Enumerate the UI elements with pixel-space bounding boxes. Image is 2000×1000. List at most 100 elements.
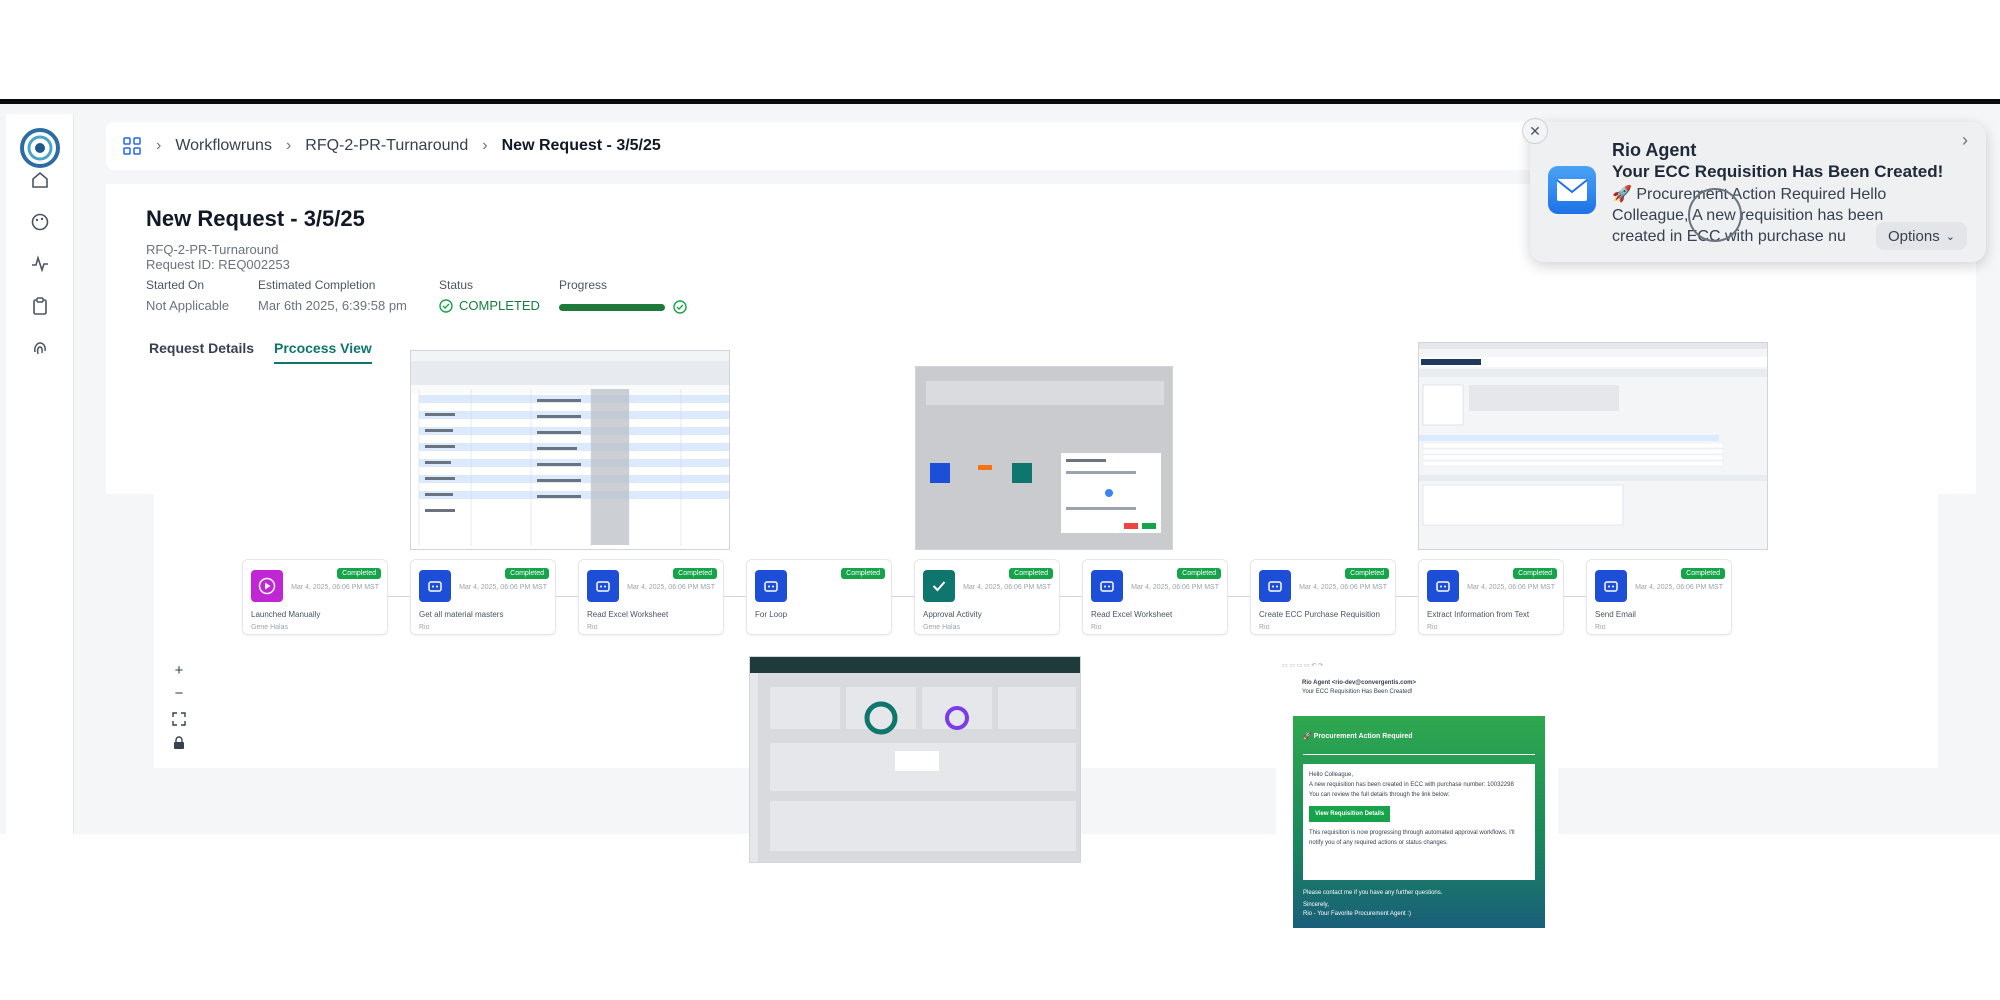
workflow-node[interactable]: Completed Mar 4, 2025, 06:06 PM MST Crea… xyxy=(1250,559,1396,635)
status-value: COMPLETED xyxy=(459,298,540,313)
check-icon xyxy=(923,570,955,602)
workflow-node[interactable]: Completed Mar 4, 2025, 06:06 PM MST Appr… xyxy=(914,559,1060,635)
workflow-name: RFQ-2-PR-Turnaround xyxy=(146,242,279,257)
approval-dialog-thumbnail xyxy=(915,366,1173,550)
chevron-right-icon[interactable]: › xyxy=(1962,130,1968,151)
mouse-cursor-highlight xyxy=(1688,188,1742,242)
view-requisition-button[interactable]: View Requisition Details xyxy=(1309,806,1391,822)
robot-icon xyxy=(1091,570,1123,602)
zoom-in-button[interactable]: + xyxy=(170,662,188,680)
notification-body: 🚀 Procurement Action Required Hello Coll… xyxy=(1612,186,1887,245)
completed-badge: Completed xyxy=(1009,568,1053,579)
zoom-out-button[interactable]: − xyxy=(170,685,188,703)
node-name: Read Excel Worksheet xyxy=(1091,610,1173,619)
node-user: Rio xyxy=(419,624,430,631)
node-name: Get all material masters xyxy=(419,610,504,619)
chevron-right-icon: › xyxy=(156,137,162,154)
workflow-node[interactable]: Completed Mar 4, 2025, 06:06 PM MST Read… xyxy=(1082,559,1228,635)
notification-options-button[interactable]: Options ⌄ xyxy=(1876,222,1967,250)
robot-icon xyxy=(1259,570,1291,602)
check-circle-icon xyxy=(439,298,453,313)
sidebar xyxy=(6,114,74,834)
completed-badge: Completed xyxy=(1177,568,1221,579)
dashboard-thumbnail xyxy=(749,656,1081,863)
robot-icon xyxy=(587,570,619,602)
chevron-down-icon: ⌄ xyxy=(1945,230,1955,243)
home-icon[interactable] xyxy=(30,170,50,190)
apps-grid-icon[interactable] xyxy=(122,136,142,156)
dashboard-image xyxy=(750,657,1080,862)
node-name: For Loop xyxy=(755,610,788,619)
email-content-box: Hello Colleague, A new requisition has b… xyxy=(1303,764,1535,880)
node-date: Mar 4, 2025, 06:06 PM MST xyxy=(1635,584,1723,591)
est-completion-label: Estimated Completion xyxy=(258,278,376,292)
clipboard-icon[interactable] xyxy=(30,296,50,316)
workflow-node[interactable]: Completed For Loop xyxy=(746,559,892,635)
completed-badge: Completed xyxy=(841,568,885,579)
progress-bar xyxy=(559,304,665,311)
excel-worksheet-thumbnail xyxy=(410,350,730,550)
robot-icon xyxy=(1427,570,1459,602)
node-name: Create ECC Purchase Requisition xyxy=(1259,610,1380,619)
node-name: Send Email xyxy=(1595,610,1636,619)
fingerprint-icon[interactable] xyxy=(30,338,50,358)
breadcrumb-item[interactable]: Workflowruns xyxy=(175,137,272,155)
node-name: Read Excel Worksheet xyxy=(587,610,669,619)
notification-toast[interactable]: Rio Agent Your ECC Requisition Has Been … xyxy=(1530,122,1986,262)
breadcrumb-current: New Request - 3/5/25 xyxy=(501,137,661,154)
email-heading: 🚀 Procurement Action Required xyxy=(1303,733,1413,740)
lock-icon[interactable] xyxy=(172,736,186,750)
workflow-node[interactable]: Completed Mar 4, 2025, 06:06 PM MST Read… xyxy=(578,559,724,635)
breadcrumb-item[interactable]: RFQ-2-PR-Turnaround xyxy=(305,137,468,155)
divider xyxy=(1303,754,1535,755)
completed-badge: Completed xyxy=(505,568,549,579)
email-signoff: Sincerely, xyxy=(1303,902,1329,908)
notification-close-button[interactable]: ✕ xyxy=(1522,118,1548,144)
approval-screen-image xyxy=(926,381,1164,533)
email-line-2: You can review the full details through … xyxy=(1309,792,1450,798)
started-on-label: Started On xyxy=(146,278,205,292)
request-id: Request ID: REQ002253 xyxy=(146,257,290,272)
est-completion-value: Mar 6th 2025, 6:39:58 pm xyxy=(258,298,407,313)
fit-view-icon[interactable] xyxy=(172,712,186,726)
robot-icon xyxy=(1595,570,1627,602)
node-user: Rio xyxy=(587,624,598,631)
workflow-node[interactable]: Completed Mar 4, 2025, 06:06 PM MST Send… xyxy=(1586,559,1732,635)
email-contact: Please contact me if you have any furthe… xyxy=(1303,890,1443,896)
check-circle-icon xyxy=(673,300,687,314)
tab-request-details[interactable]: Request Details xyxy=(149,340,254,356)
node-date: Mar 4, 2025, 06:06 PM MST xyxy=(627,584,715,591)
notification-title: Your ECC Requisition Has Been Created! xyxy=(1612,162,1944,181)
completed-badge: Completed xyxy=(1513,568,1557,579)
mail-app-icon xyxy=(1548,166,1596,214)
options-label: Options xyxy=(1888,227,1940,245)
workflow-node[interactable]: Completed Mar 4, 2025, 06:06 PM MST Get … xyxy=(410,559,556,635)
tab-process-view[interactable]: Prcocess View xyxy=(274,340,372,364)
sap-requisition-thumbnail xyxy=(1418,342,1768,550)
email-line-1: A new requisition has been created in EC… xyxy=(1309,782,1514,788)
email-subject: Your ECC Requisition Has Been Created! xyxy=(1302,689,1413,695)
play-icon xyxy=(251,570,283,602)
progress-label: Progress xyxy=(559,278,608,292)
node-user: Gene Halas xyxy=(251,624,288,631)
node-date: Mar 4, 2025, 06:06 PM MST xyxy=(1467,584,1555,591)
robot-icon xyxy=(755,570,787,602)
email-sender: Rio Agent <rio-dev@convergentis.com> xyxy=(1302,680,1416,686)
completed-badge: Completed xyxy=(673,568,717,579)
activity-icon[interactable] xyxy=(30,254,50,274)
palette-icon[interactable] xyxy=(30,212,50,232)
node-name: Extract Information from Text xyxy=(1427,610,1530,619)
completed-badge: Completed xyxy=(337,568,381,579)
notification-app-name: Rio Agent xyxy=(1612,140,1697,160)
workflow-node[interactable]: Completed Mar 4, 2025, 06:06 PM MST Laun… xyxy=(242,559,388,635)
email-signature: Rio - Your Favorite Procurement Agent :) xyxy=(1303,911,1412,917)
email-toolbar: ▭ ▭ ▭ ▭ ↶ ↷ xyxy=(1282,663,1324,669)
workflow-node[interactable]: Completed Mar 4, 2025, 06:06 PM MST Extr… xyxy=(1418,559,1564,635)
node-user: Rio xyxy=(1595,624,1606,631)
node-date: Mar 4, 2025, 06:06 PM MST xyxy=(963,584,1051,591)
app-logo-icon[interactable] xyxy=(20,128,60,168)
completed-badge: Completed xyxy=(1681,568,1725,579)
status-badge: COMPLETED xyxy=(439,298,540,313)
node-user: Gene Halas xyxy=(923,624,960,631)
node-date: Mar 4, 2025, 06:06 PM MST xyxy=(1299,584,1387,591)
